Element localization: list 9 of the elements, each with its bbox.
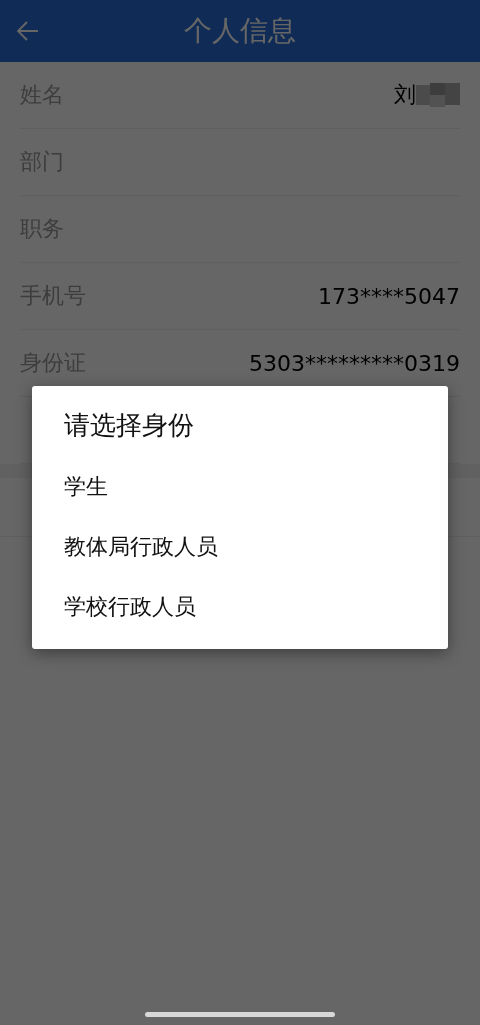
field-value: 5303*********0319	[249, 350, 460, 376]
field-value: 173****5047	[318, 283, 460, 309]
field-value: 刘	[394, 80, 460, 110]
identity-option[interactable]: 学校行政人员	[32, 577, 448, 637]
identity-option[interactable]: 教体局行政人员	[32, 517, 448, 577]
page-title: 个人信息	[184, 13, 296, 49]
dialog-title: 请选择身份	[63, 409, 195, 442]
back-arrow-icon[interactable]	[16, 20, 40, 42]
identity-option[interactable]: 学生	[32, 457, 448, 517]
